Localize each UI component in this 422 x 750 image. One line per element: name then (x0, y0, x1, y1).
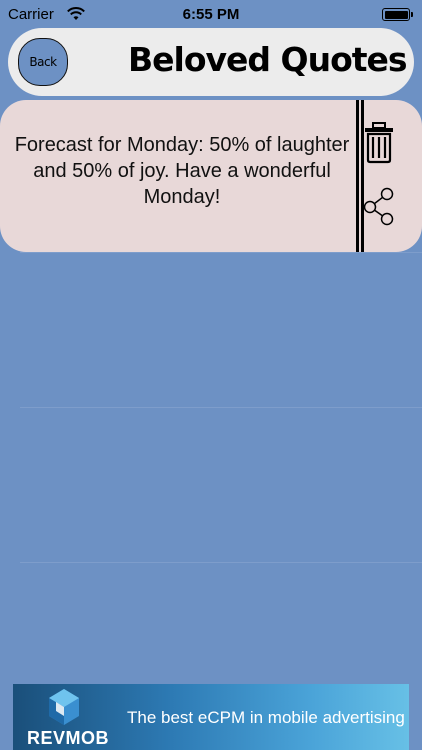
revmob-logo-icon (49, 689, 79, 725)
ad-banner[interactable]: REVMOB The best eCPM in mobile advertisi… (13, 684, 409, 750)
ad-slogan: The best eCPM in mobile advertising (127, 708, 405, 727)
battery-icon (382, 8, 413, 21)
status-bar: Carrier 6:55 PM (0, 0, 422, 28)
back-button[interactable]: Back (18, 38, 68, 86)
list-separator (20, 252, 422, 253)
page-title: Beloved Quotes (128, 40, 408, 79)
ad-brand: REVMOB (27, 728, 110, 748)
quote-card[interactable]: Forecast for Monday: 50% of laughter and… (0, 100, 422, 252)
list-separator (20, 562, 422, 563)
card-divider (356, 100, 364, 252)
share-icon[interactable] (362, 186, 396, 226)
quote-text: Forecast for Monday: 50% of laughter and… (14, 134, 350, 208)
trash-icon[interactable] (364, 122, 394, 164)
header-bar: Back Beloved Quotes (8, 28, 414, 96)
list-separator (20, 407, 422, 408)
status-time: 6:55 PM (182, 6, 240, 23)
